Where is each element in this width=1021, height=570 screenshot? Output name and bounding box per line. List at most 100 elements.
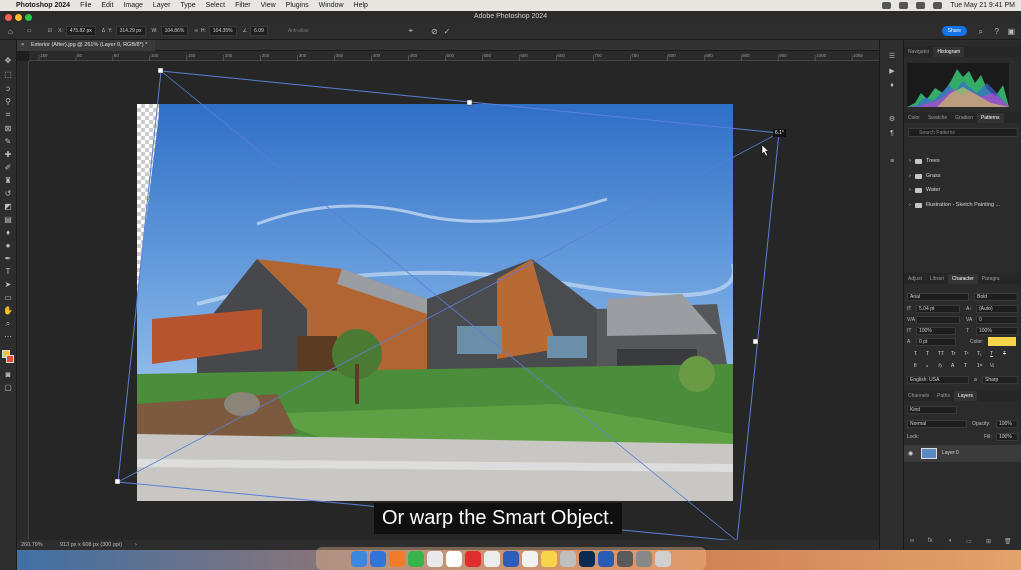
document-info[interactable]: 913 px x 608 px (300 ppi) [60,540,122,550]
transform-handle-top[interactable] [466,99,473,106]
wifi-icon[interactable] [916,2,926,9]
search-icon[interactable]: ⌕ [979,27,983,37]
chevron-right-icon[interactable]: › [909,173,911,179]
menu-edit[interactable]: Edit [101,2,113,9]
tab-libraries[interactable]: Librari [926,276,948,282]
titling-button[interactable]: T [964,363,967,369]
app-icon[interactable] [636,550,652,567]
menu-help[interactable]: Help [354,2,368,9]
more-tools-icon[interactable]: ⋯ [3,332,13,341]
patterns-search-input[interactable]: Search Patterns [908,128,1018,137]
gradient-tool-icon[interactable]: ▤ [3,215,13,224]
width-field[interactable]: 104.86% [160,26,189,36]
marquee-tool-icon[interactable]: ⬚ [3,70,13,79]
workspace-icon[interactable]: ▣ [1007,27,1015,36]
layer-row[interactable]: ◉ Layer 0 [904,445,1021,462]
reference-point-checkbox[interactable]: ☑ [48,28,52,34]
kerning-field[interactable] [916,316,960,324]
baseline-shift-field[interactable]: 0 pt [916,338,956,346]
antialias-select[interactable]: Sharp [982,376,1018,384]
fi-ligature-button[interactable]: ﬁ [914,363,917,369]
superscript-button[interactable]: T¹ [964,351,969,357]
angle-field[interactable]: 6.09 [250,26,268,36]
brush-panel-icon[interactable]: ♦ [887,82,897,90]
blur-tool-icon[interactable]: ♦ [3,228,13,237]
menu-plugins[interactable]: Plugins [286,2,309,9]
zoom-window-button[interactable] [25,14,32,21]
tab-color[interactable]: Color [904,115,924,121]
brush-tool-icon[interactable]: ✐ [3,163,13,172]
eyedropper-tool-icon[interactable]: ✎ [3,137,13,146]
new-group-icon[interactable]: ▭ [966,538,972,545]
tab-channels[interactable]: Channels [904,393,933,399]
all-caps-button[interactable]: TT [938,351,944,357]
properties-panel-icon[interactable]: ≡ [887,158,897,166]
pen-tool-icon[interactable]: ✒ [3,254,13,263]
stylistic-alt-button[interactable]: A [951,363,954,369]
zoom-tool-icon[interactable]: ⌕ [3,319,13,328]
photoshop-icon[interactable] [579,550,595,567]
warp-icon[interactable]: ⌖ [408,26,413,36]
share-button[interactable]: Share [941,26,967,36]
horizontal-scale-field[interactable]: 100% [976,327,1018,335]
language-select[interactable]: English: USA [907,376,969,384]
opacity-field[interactable]: 100% [996,420,1018,428]
frame-tool-icon[interactable]: ⊠ [3,124,13,133]
delta-icon[interactable]: Δ [102,28,105,34]
text-color-swatch[interactable] [988,337,1016,346]
menu-filter[interactable]: Filter [235,2,251,9]
reminders-icon[interactable] [522,550,538,567]
document-tab[interactable]: × Exterior (After).jpg @ 261% (Layer 0, … [17,40,156,51]
menu-select[interactable]: Select [206,2,225,9]
height-field[interactable]: 104.35% [208,26,237,36]
layer-filter-kind[interactable]: Kind [907,406,957,414]
status-menu-arrow-icon[interactable]: › [135,540,137,550]
menubar-clock[interactable]: Tue May 21 9:41 PM [950,2,1015,9]
hand-tool-icon[interactable]: ✋ [3,306,13,315]
status-icon[interactable] [882,2,892,9]
chrome-icon[interactable] [484,550,500,567]
pattern-folder-trees[interactable]: › Trees [909,158,940,164]
font-style-select[interactable]: Bold [974,293,1018,301]
tab-gradients[interactable]: Gradien [951,115,977,121]
commit-transform-icon[interactable]: ✓ [444,27,451,36]
transform-tool-icon[interactable]: ▭ [27,28,32,34]
home-icon[interactable]: ⌂ [8,27,13,36]
link-layers-icon[interactable]: ∞ [910,538,914,544]
fractions-button[interactable]: ½ [990,363,994,369]
swash-button[interactable]: ℌ [938,363,942,369]
object-select-tool-icon[interactable]: ⚲ [3,97,13,106]
dodge-tool-icon[interactable]: ● [3,241,13,250]
vertical-scale-field[interactable]: 100% [916,327,956,335]
pattern-folder-water[interactable]: › Water [909,187,940,193]
new-layer-icon[interactable]: ⊞ [986,538,991,545]
pattern-folder-illustration[interactable]: › Illustration - Sketch Painting ... [909,202,1000,208]
link-icon[interactable]: ∞ [194,28,198,34]
quick-mask-icon[interactable]: ◙ [3,370,13,379]
tab-navigator[interactable]: Navigator [904,49,933,55]
layer-mask-icon[interactable]: ◑ [948,538,952,544]
shape-tool-icon[interactable]: ▭ [3,293,13,302]
tab-adjustments[interactable]: Adjust [904,276,926,282]
chevron-right-icon[interactable]: › [909,202,911,208]
transform-handle-top-left[interactable] [157,67,164,74]
subscript-button[interactable]: T₁ [977,351,982,357]
glyphs-panel-icon[interactable]: ¶ [887,130,897,138]
background-color-swatch[interactable] [6,355,14,363]
finder-icon[interactable] [351,550,367,567]
tab-swatches[interactable]: Swatche [924,115,951,121]
small-caps-button[interactable]: Tr [951,351,956,357]
move-tool-icon[interactable]: ✥ [3,56,13,65]
chevron-right-icon[interactable]: › [909,158,911,164]
y-position-field[interactable]: 314.29 px [115,26,146,36]
free-transform-bounding-box[interactable] [29,61,879,540]
font-family-select[interactable]: Arial [907,293,969,301]
ordinals-button[interactable]: ℴ [926,363,928,369]
faux-italic-button[interactable]: T [926,351,929,357]
faux-bold-button[interactable]: T [914,351,917,357]
history-panel-icon[interactable]: ☰ [887,52,897,60]
fill-field[interactable]: 100% [996,433,1018,441]
pattern-folder-grass[interactable]: › Grass [909,173,941,179]
acrobat-icon[interactable] [465,550,481,567]
layer-style-icon[interactable]: fx [928,538,933,544]
